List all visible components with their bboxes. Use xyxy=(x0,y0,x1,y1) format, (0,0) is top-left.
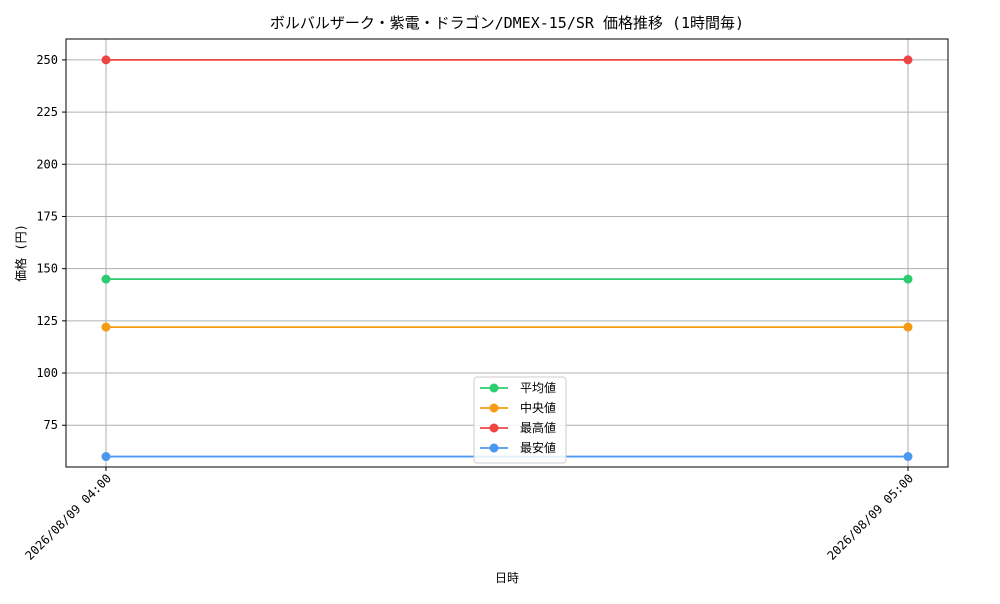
data-point xyxy=(903,322,913,332)
y-tick-label: 125 xyxy=(36,314,58,328)
x-axis-label: 日時 xyxy=(495,571,519,585)
y-tick-label: 250 xyxy=(36,53,58,67)
y-axis-label: 価格 (円) xyxy=(13,224,28,282)
chart-title: ボルバルザーク・紫電・ドラゴン/DMEX-15/SR 価格推移 (1時間毎) xyxy=(270,14,744,32)
legend-marker xyxy=(489,423,499,433)
chart-container: 75 100 125 150 175 200 225 250 2026/08/09 04:00… xyxy=(0,0,1000,600)
legend-label: 平均値 xyxy=(520,380,556,395)
y-tick-label: 225 xyxy=(36,105,58,119)
data-point xyxy=(101,322,111,332)
legend-marker xyxy=(489,383,499,393)
data-point xyxy=(101,452,111,462)
x-tick-label: 2026/08/09 05:00 xyxy=(824,471,916,563)
data-point xyxy=(101,274,111,284)
y-tick-label: 100 xyxy=(36,366,58,380)
y-tick-label: 75 xyxy=(44,418,58,432)
y-tick-label: 175 xyxy=(36,209,58,223)
y-axis: 75 100 125 150 175 200 225 250 xyxy=(36,53,66,432)
x-axis: 2026/08/09 04:00 2026/08/09 05:00 xyxy=(22,467,916,563)
data-point xyxy=(101,55,111,65)
legend: 平均値中央値最高値最安値 xyxy=(473,376,567,464)
legend-marker xyxy=(489,403,499,413)
legend-marker xyxy=(489,443,499,453)
y-tick-label: 200 xyxy=(36,157,58,171)
line-chart: 75 100 125 150 175 200 225 250 2026/08/09 04:00… xyxy=(13,14,949,585)
legend-label: 最高値 xyxy=(520,420,556,435)
y-tick-label: 150 xyxy=(36,262,58,276)
legend-label: 中央値 xyxy=(520,400,556,415)
x-tick-label: 2026/08/09 04:00 xyxy=(22,471,114,563)
legend-label: 最安値 xyxy=(520,440,556,455)
data-point xyxy=(903,452,913,462)
data-point xyxy=(903,55,913,65)
data-point xyxy=(903,274,913,284)
